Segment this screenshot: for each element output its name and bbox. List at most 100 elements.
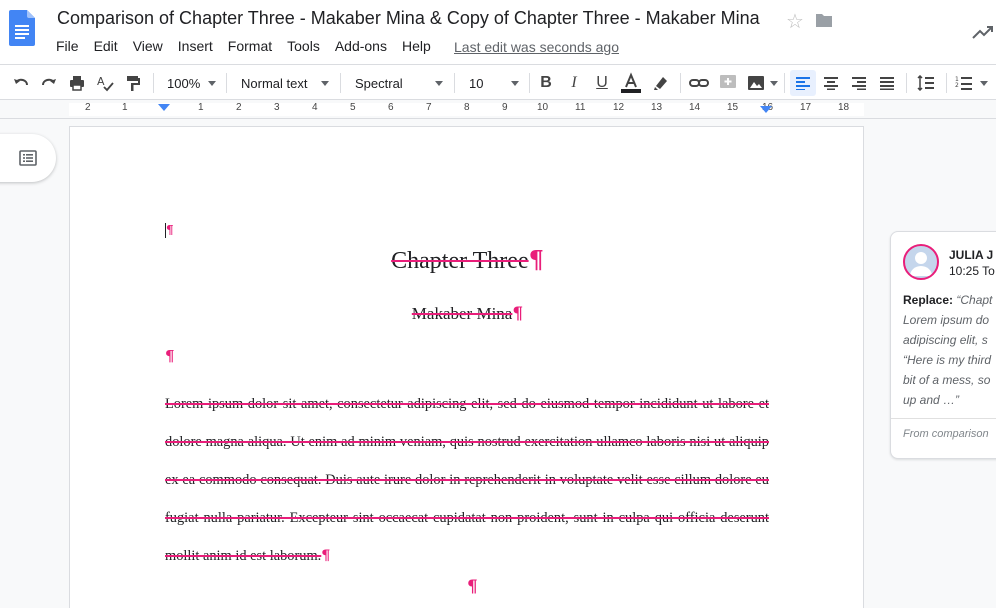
text-color-icon[interactable] [619, 65, 643, 101]
outline-list-icon [19, 150, 37, 166]
last-edit-link[interactable]: Last edit was seconds ago [454, 39, 619, 55]
header: Comparison of Chapter Three - Makaber Mi… [0, 0, 996, 64]
ruler-label: 14 [689, 102, 701, 113]
bold-icon[interactable]: B [535, 65, 557, 101]
toolbar-divider [153, 73, 154, 93]
comment-line: Lorem ipsum do [903, 313, 990, 327]
menu-file[interactable]: File [56, 38, 79, 54]
text-cursor: ¶ [165, 223, 174, 239]
menu-edit[interactable]: Edit [94, 38, 118, 54]
size-dropdown-icon[interactable] [511, 81, 519, 86]
toolbar-divider [226, 73, 227, 93]
menu-help[interactable]: Help [402, 38, 431, 54]
line-spacing-icon[interactable] [913, 65, 939, 101]
ruler-label: 2 [85, 102, 91, 113]
font-select[interactable]: Spectral [348, 65, 434, 101]
font-dropdown-icon[interactable] [435, 81, 443, 86]
underline-icon[interactable]: U [591, 65, 613, 101]
ruler-label: 1 [122, 102, 128, 113]
body-paragraph-text: Lorem ipsum dolor sit amet, consectetur … [165, 396, 769, 564]
left-indent-marker[interactable] [158, 104, 170, 111]
comment-line: “Here is my third [903, 353, 992, 367]
document-outline-button[interactable] [0, 134, 56, 182]
ruler-label: 18 [838, 102, 850, 113]
google-docs-icon[interactable] [9, 10, 35, 46]
spellcheck-icon[interactable]: A [92, 65, 118, 101]
undo-icon[interactable] [8, 65, 34, 101]
align-left-icon[interactable] [790, 70, 816, 96]
menu-format[interactable]: Format [228, 38, 272, 54]
toolbar-divider [340, 73, 341, 93]
comment-body: Replace: “Chapt Lorem ipsum do adipiscin… [903, 290, 996, 410]
menu-add-ons[interactable]: Add-ons [335, 38, 387, 54]
comment-line: bit of a mess, so [903, 373, 991, 387]
ruler-label: 10 [537, 102, 549, 113]
comment-divider [891, 418, 996, 419]
toolbar: A 100% Normal text Spectral 10 B I U 1 2 [0, 64, 996, 100]
ruler-label: 15 [727, 102, 739, 113]
pilcrow: ¶ [321, 547, 331, 564]
document-title[interactable]: Comparison of Chapter Three - Makaber Mi… [57, 8, 760, 29]
ruler-label: 1 [198, 102, 204, 113]
menu-view[interactable]: View [133, 38, 163, 54]
add-comment-icon[interactable] [716, 65, 740, 101]
menu-insert[interactable]: Insert [178, 38, 213, 54]
highlight-color-icon[interactable] [649, 65, 673, 101]
toolbar-divider [784, 73, 785, 93]
paragraph-style-select[interactable]: Normal text [234, 65, 320, 101]
comment-line: up and …” [903, 393, 960, 407]
numbered-list-icon[interactable]: 12 [952, 65, 976, 101]
redo-icon[interactable] [36, 65, 62, 101]
docs-app: Comparison of Chapter Three - Makaber Mi… [0, 0, 996, 608]
ruler-label: 8 [464, 102, 470, 113]
comment-footer: From comparison [903, 428, 989, 440]
user-avatar-icon [910, 252, 932, 276]
chapter-title[interactable]: Chapter Three¶ [70, 245, 865, 275]
ruler-label: 6 [388, 102, 394, 113]
ruler-label: 9 [502, 102, 508, 113]
toolbar-divider [680, 73, 681, 93]
comment-line: “Chapt [956, 293, 993, 307]
star-icon[interactable]: ☆ [786, 9, 804, 34]
ruler-label: 17 [800, 102, 812, 113]
italic-icon[interactable]: I [563, 65, 585, 101]
paint-format-icon[interactable] [120, 65, 146, 101]
ruler-label: 13 [651, 102, 663, 113]
image-dropdown-icon[interactable] [770, 81, 778, 86]
empty-paragraph-mark: ¶ [165, 347, 175, 365]
list-dropdown-icon[interactable] [980, 81, 988, 86]
author-name[interactable]: Makaber Mina¶ [70, 304, 865, 324]
document-page[interactable]: ¶ Chapter Three¶ Makaber Mina¶ ¶ Lorem i… [69, 126, 864, 608]
insert-link-icon[interactable] [687, 65, 711, 101]
right-indent-marker[interactable] [760, 106, 772, 113]
comment-author: JULIA J [949, 248, 994, 262]
print-icon[interactable] [64, 65, 90, 101]
pilcrow: ¶ [528, 245, 544, 274]
menu-tools[interactable]: Tools [287, 38, 320, 54]
toolbar-divider [946, 73, 947, 93]
pilcrow: ¶ [166, 223, 174, 237]
insert-image-icon[interactable] [744, 65, 768, 101]
menu-bar: File Edit View Insert Format Tools Add-o… [56, 38, 446, 54]
font-size-select[interactable]: 10 [462, 65, 506, 101]
toolbar-divider [454, 73, 455, 93]
activity-trend-icon[interactable] [972, 24, 994, 40]
justify-icon[interactable] [874, 65, 900, 101]
pilcrow: ¶ [512, 304, 524, 324]
zoom-select[interactable]: 100% [160, 65, 206, 101]
comment-time: 10:25 To [949, 264, 995, 278]
replace-label: Replace: [903, 293, 954, 307]
align-right-icon[interactable] [846, 65, 872, 101]
svg-text:2: 2 [955, 82, 959, 89]
ruler-label: 2 [236, 102, 242, 113]
style-dropdown-icon[interactable] [321, 81, 329, 86]
body-paragraph[interactable]: Lorem ipsum dolor sit amet, consectetur … [165, 385, 769, 575]
align-center-icon[interactable] [818, 65, 844, 101]
zoom-dropdown-icon[interactable] [208, 81, 216, 86]
suggestion-comment-card[interactable]: JULIA J 10:25 To Replace: “Chapt Lorem i… [890, 231, 996, 459]
folder-icon[interactable] [815, 12, 833, 28]
toolbar-divider [906, 73, 907, 93]
ruler-label: 11 [575, 102, 586, 113]
avatar [903, 244, 939, 280]
svg-text:A: A [97, 75, 105, 88]
